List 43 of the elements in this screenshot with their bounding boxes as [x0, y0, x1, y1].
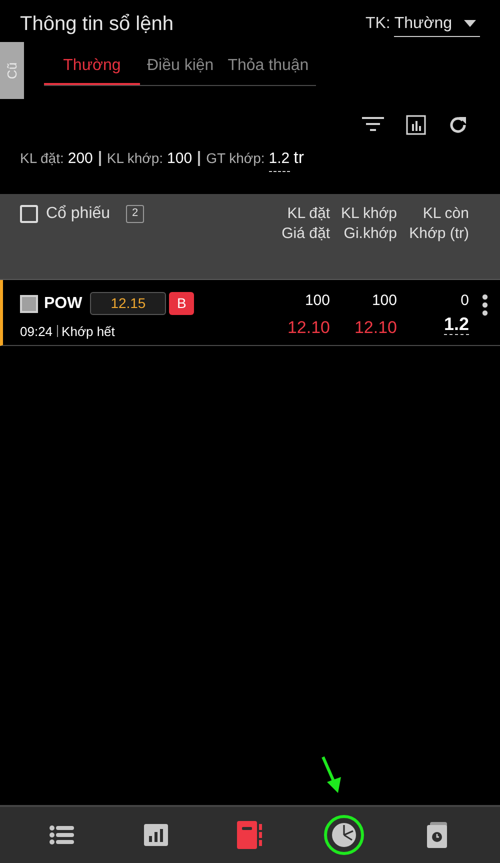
clock-document-icon — [427, 822, 449, 848]
order-time: 09:24 — [20, 322, 53, 340]
page-title: Thông tin sổ lệnh — [20, 12, 174, 37]
count-badge: 2 — [126, 204, 144, 222]
buy-side-tag: B — [169, 292, 194, 315]
remaining-quantity: 0 — [460, 290, 469, 310]
ordered-value: 200 — [68, 149, 93, 169]
annotation-arrow — [321, 756, 343, 794]
more-icon[interactable] — [482, 294, 488, 316]
value-unit: tr — [294, 147, 304, 169]
notebook-icon — [237, 821, 263, 849]
filter-icon[interactable] — [362, 117, 384, 133]
chart-icon[interactable] — [406, 115, 426, 135]
tab[interactable]: Thường — [44, 54, 140, 85]
matched-value: 100 — [167, 149, 192, 169]
account-label: TK: — [365, 14, 390, 34]
stock-symbol: POW — [44, 294, 82, 314]
matched-label: KL khớp: — [106, 149, 164, 168]
order-row[interactable]: POW 12.15 B 09:24 Khớp hết 100 12.10 100 12.10 0 1.2 — [0, 280, 500, 346]
matched-price: 12.10 — [354, 317, 397, 339]
tab[interactable]: Thỏa thuận — [220, 54, 316, 85]
pie-chart-icon — [331, 822, 357, 848]
bar-chart-icon — [144, 824, 168, 846]
matched-value: 1.2 — [444, 314, 469, 335]
reference-price: 12.15 — [90, 292, 166, 315]
order-status: Khớp hết — [62, 322, 115, 341]
column-header: KL khớp Gi.khớp — [340, 204, 397, 244]
list-icon — [49, 825, 75, 845]
column-header: KL đặt Giá đặt — [280, 204, 330, 244]
matched-quantity: 100 — [372, 290, 397, 310]
refresh-icon[interactable] — [448, 115, 468, 135]
value-label: GT khớp: — [206, 149, 265, 168]
matched-value-amount: 1.2 — [268, 148, 290, 172]
column-header: KL còn Khớp (tr) — [408, 204, 469, 244]
order-price: 12.10 — [287, 317, 330, 339]
account-dropdown[interactable]: Thường — [394, 12, 480, 36]
ordered-quantity: 100 — [304, 290, 330, 310]
tab[interactable]: Điều kiện — [140, 54, 221, 85]
select-all-checkbox[interactable] — [20, 204, 38, 222]
ordered-label: KL đặt: — [20, 149, 64, 168]
column-header: Cổ phiếu — [46, 204, 110, 222]
row-checkbox[interactable] — [20, 294, 38, 312]
caret-icon — [464, 20, 476, 27]
